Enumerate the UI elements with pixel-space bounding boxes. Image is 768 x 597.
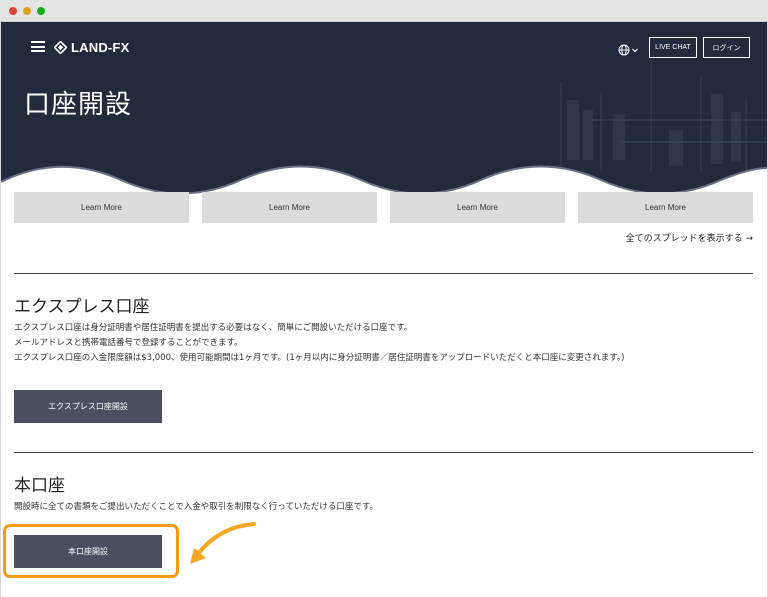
menu-icon[interactable] [31,41,45,52]
window-minimize-dot[interactable] [23,7,31,15]
highlight-box [3,524,179,578]
real-account-title: 本口座 [14,476,65,496]
page-title: 口座開設 [24,90,133,120]
express-description-line-3: エクスプレス口座の入金限度額は$3,000、使用可能期間は1ヶ月です。(1ヶ月以… [14,353,625,363]
annotation-arrow-icon [190,522,256,564]
express-description-line-2: メールアドレスと携帯電話番号で登録することができます。 [14,338,243,348]
learn-more-button-1[interactable]: Learn More [14,192,189,223]
globe-icon [618,44,630,56]
real-account-description: 開設時に全ての書類をご提出いただくことで入金や取引を制限なく行っていただける口座… [14,502,378,512]
learn-more-button-3[interactable]: Learn More [390,192,565,223]
login-button[interactable]: ログイン [703,37,750,58]
open-express-account-button[interactable]: エクスプレス口座開設 [14,390,162,423]
language-selector[interactable] [618,41,640,56]
browser-chrome [0,0,768,22]
learn-more-button-2[interactable]: Learn More [202,192,377,223]
logo-text: LAND-FX [71,39,130,55]
window-maximize-dot[interactable] [37,7,45,15]
learn-more-button-4[interactable]: Learn More [578,192,753,223]
chevron-down-icon [632,48,638,53]
section-divider [14,452,753,453]
section-divider [14,273,753,274]
window-close-dot[interactable] [9,7,17,15]
site-logo[interactable]: LAND-FX [54,38,129,56]
show-all-spreads-link[interactable]: 全てのスプレッドを表示する → [626,231,753,244]
express-description-line-1: エクスプレス口座は身分証明書や居住証明書を提出する必要はなく、簡単にご開設いただ… [14,323,413,333]
live-chat-button[interactable]: LIVE CHAT [649,37,697,58]
logo-diamond-icon [54,40,67,54]
express-account-title: エクスプレス口座 [14,297,150,317]
